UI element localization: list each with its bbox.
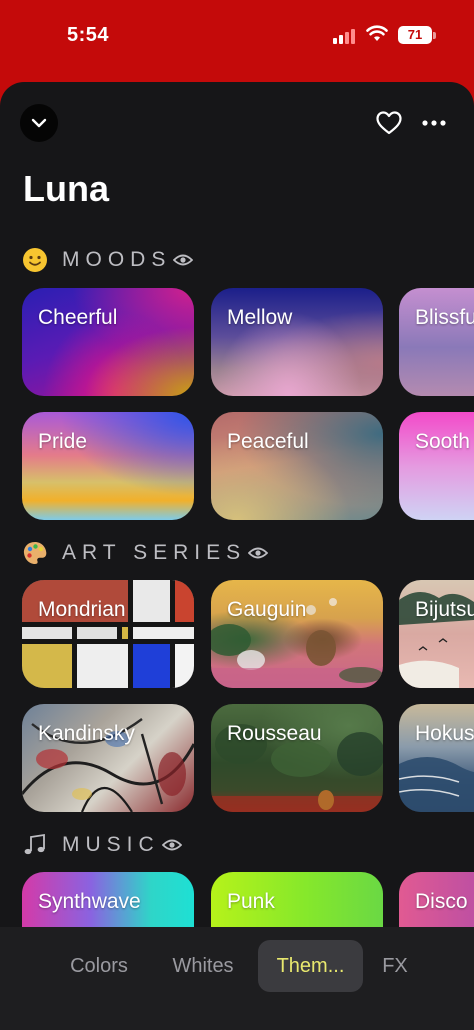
card-soothing[interactable]: Sooth (399, 412, 474, 520)
section-title: MUSIC (62, 833, 160, 856)
collapse-button[interactable] (20, 104, 58, 142)
card-rousseau[interactable]: Rousseau (211, 704, 383, 812)
status-time: 5:54 (67, 24, 110, 46)
card-label: Blissfu (415, 306, 474, 329)
chevron-down-icon (31, 118, 47, 128)
heart-icon (376, 111, 402, 135)
card-label: Kandinsky (38, 722, 135, 745)
cellular-signal-icon (333, 28, 357, 44)
eye-icon[interactable] (161, 838, 182, 852)
card-label: Synthwave (38, 890, 141, 913)
mondrian-artwork (22, 580, 194, 688)
gauguin-artwork (211, 598, 383, 688)
tab-themes[interactable]: Them... (258, 940, 363, 992)
card-label: Punk (227, 890, 275, 913)
more-horizontal-icon (422, 120, 446, 126)
section-title: MOODS (62, 248, 172, 271)
card-label: Gauguin (227, 598, 307, 621)
card-label: Sooth (415, 430, 470, 453)
card-kandinsky[interactable]: Kandinsky (22, 704, 194, 812)
card-label: Pride (38, 430, 88, 453)
card-label: Bijutsu (415, 598, 474, 621)
status-bar: 5:54 71 (0, 0, 474, 80)
section-header-moods: MOODS (22, 245, 194, 275)
card-label: Mondrian (38, 598, 126, 621)
luna-sheet: Luna MOODS Cheerful Mellow Blissfu Pride… (0, 82, 474, 1030)
card-label: Peaceful (227, 430, 309, 453)
tab-colors[interactable]: Colors (52, 940, 146, 992)
hokusai-artwork (399, 756, 474, 812)
more-options-button[interactable] (420, 108, 448, 138)
wifi-icon (366, 25, 388, 41)
card-peaceful[interactable]: Peaceful (211, 412, 383, 520)
card-blissful[interactable]: Blissfu (399, 288, 474, 396)
card-gauguin[interactable]: Gauguin (211, 580, 383, 688)
card-label: Mellow (227, 306, 293, 329)
card-hokusai[interactable]: Hokus (399, 704, 474, 812)
eye-icon[interactable] (248, 546, 269, 560)
tab-fx[interactable]: FX (372, 940, 418, 992)
eye-icon[interactable] (173, 253, 194, 267)
card-label: Hokus (415, 722, 474, 745)
bijutsu-artwork (399, 591, 474, 688)
rousseau-artwork (211, 724, 383, 812)
favorite-button[interactable] (374, 108, 404, 138)
card-cheerful[interactable]: Cheerful (22, 288, 194, 396)
section-header-music: MUSIC (22, 830, 182, 860)
page-title: Luna (23, 168, 109, 209)
kandinsky-artwork (22, 718, 194, 812)
slightly-smiling-face-icon (22, 247, 48, 273)
card-bijutsu[interactable]: Bijutsu (399, 580, 474, 688)
tab-whites[interactable]: Whites (156, 940, 250, 992)
artist-palette-icon (22, 540, 48, 566)
card-label: Cheerful (38, 306, 118, 329)
section-header-art-series: ART SERIES (22, 538, 269, 568)
card-mondrian[interactable]: Mondrian (22, 580, 194, 688)
section-title: ART SERIES (62, 541, 247, 564)
card-pride[interactable]: Pride (22, 412, 194, 520)
bottom-tab-bar: Colors Whites Them... FX (0, 927, 474, 1030)
musical-notes-icon (22, 832, 48, 858)
card-mellow[interactable]: Mellow (211, 288, 383, 396)
battery-indicator: 71 (398, 26, 436, 44)
card-label: Rousseau (227, 722, 322, 745)
card-label: Disco (415, 890, 468, 913)
